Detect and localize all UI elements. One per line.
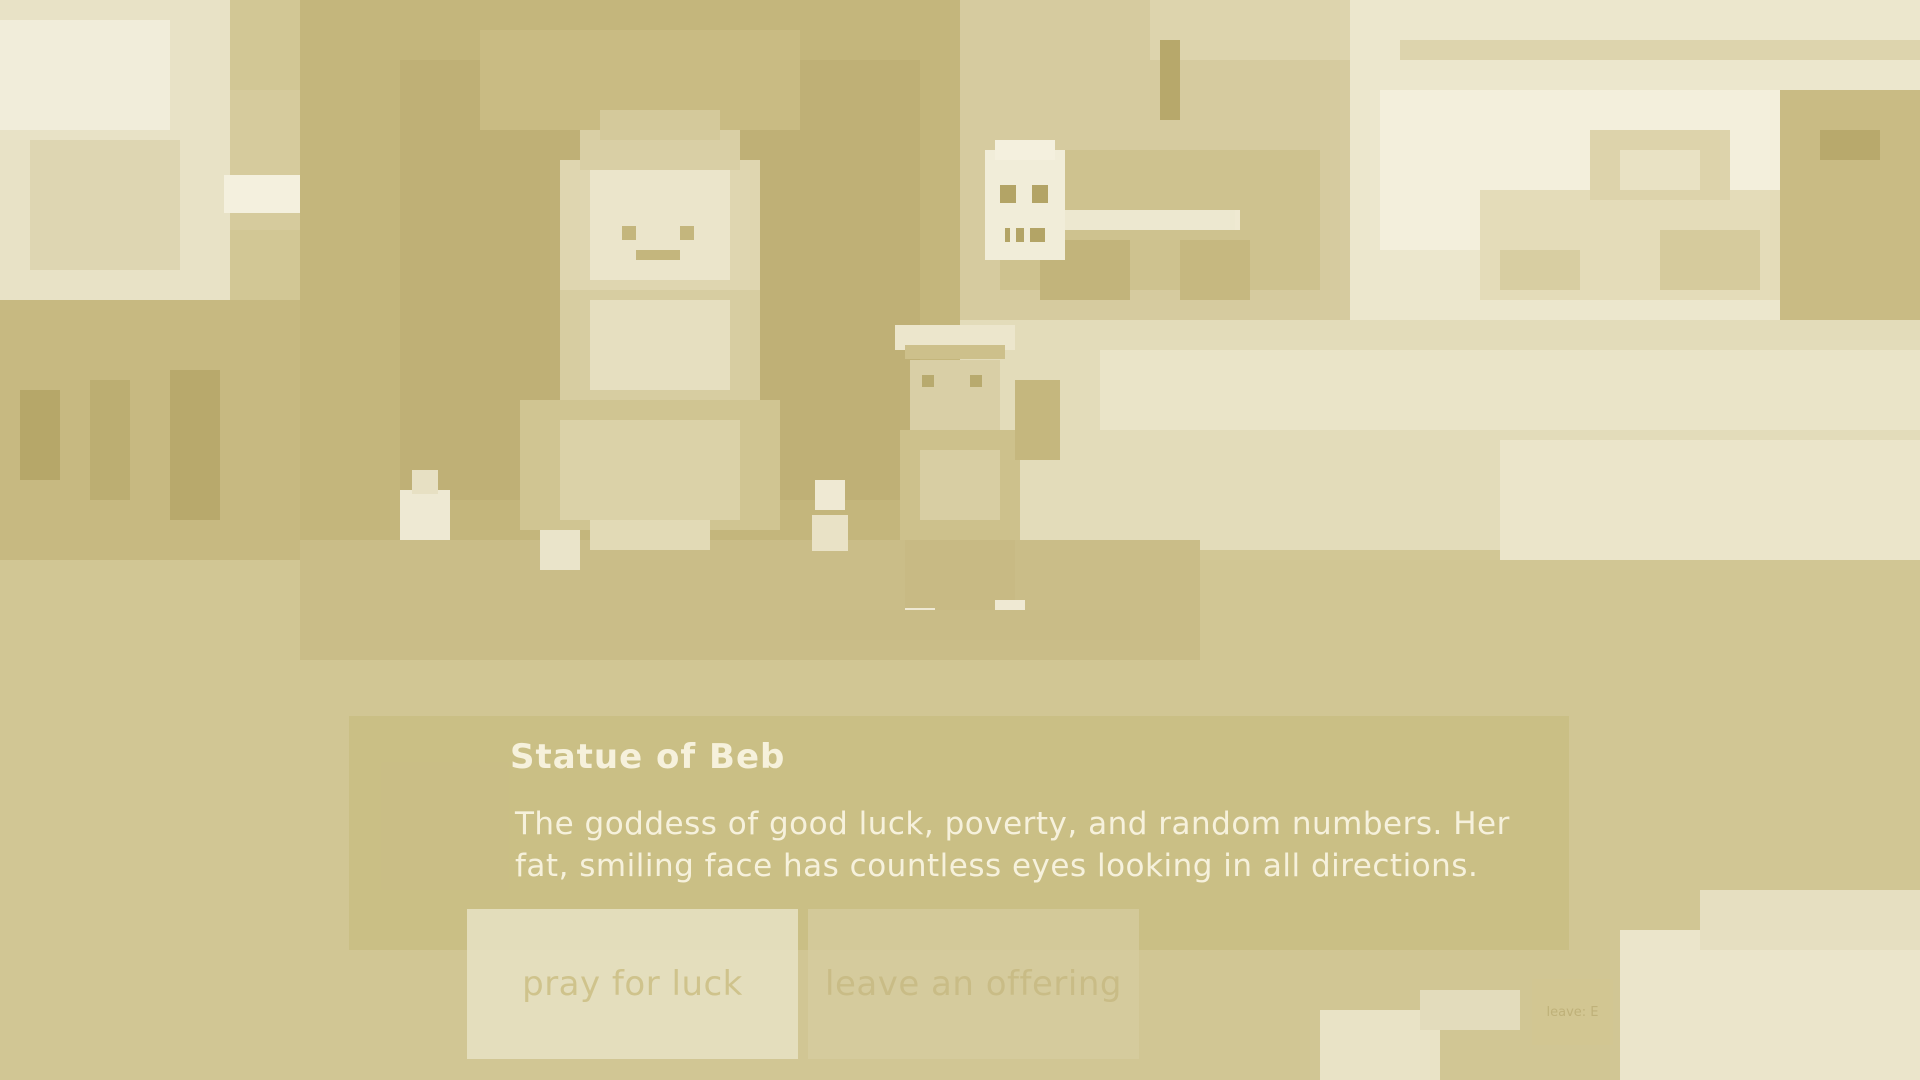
ground-shadow: [800, 610, 1130, 640]
dialog-title: Statue of Beb: [510, 737, 786, 777]
dialog-description: The goddess of good luck, poverty, and r…: [515, 806, 1510, 884]
leave-hint-button[interactable]: leave: E: [1532, 979, 1613, 1045]
pray-for-luck-button[interactable]: pray for luck: [467, 909, 798, 1059]
leave-offering-button[interactable]: leave an offering: [808, 909, 1139, 1059]
